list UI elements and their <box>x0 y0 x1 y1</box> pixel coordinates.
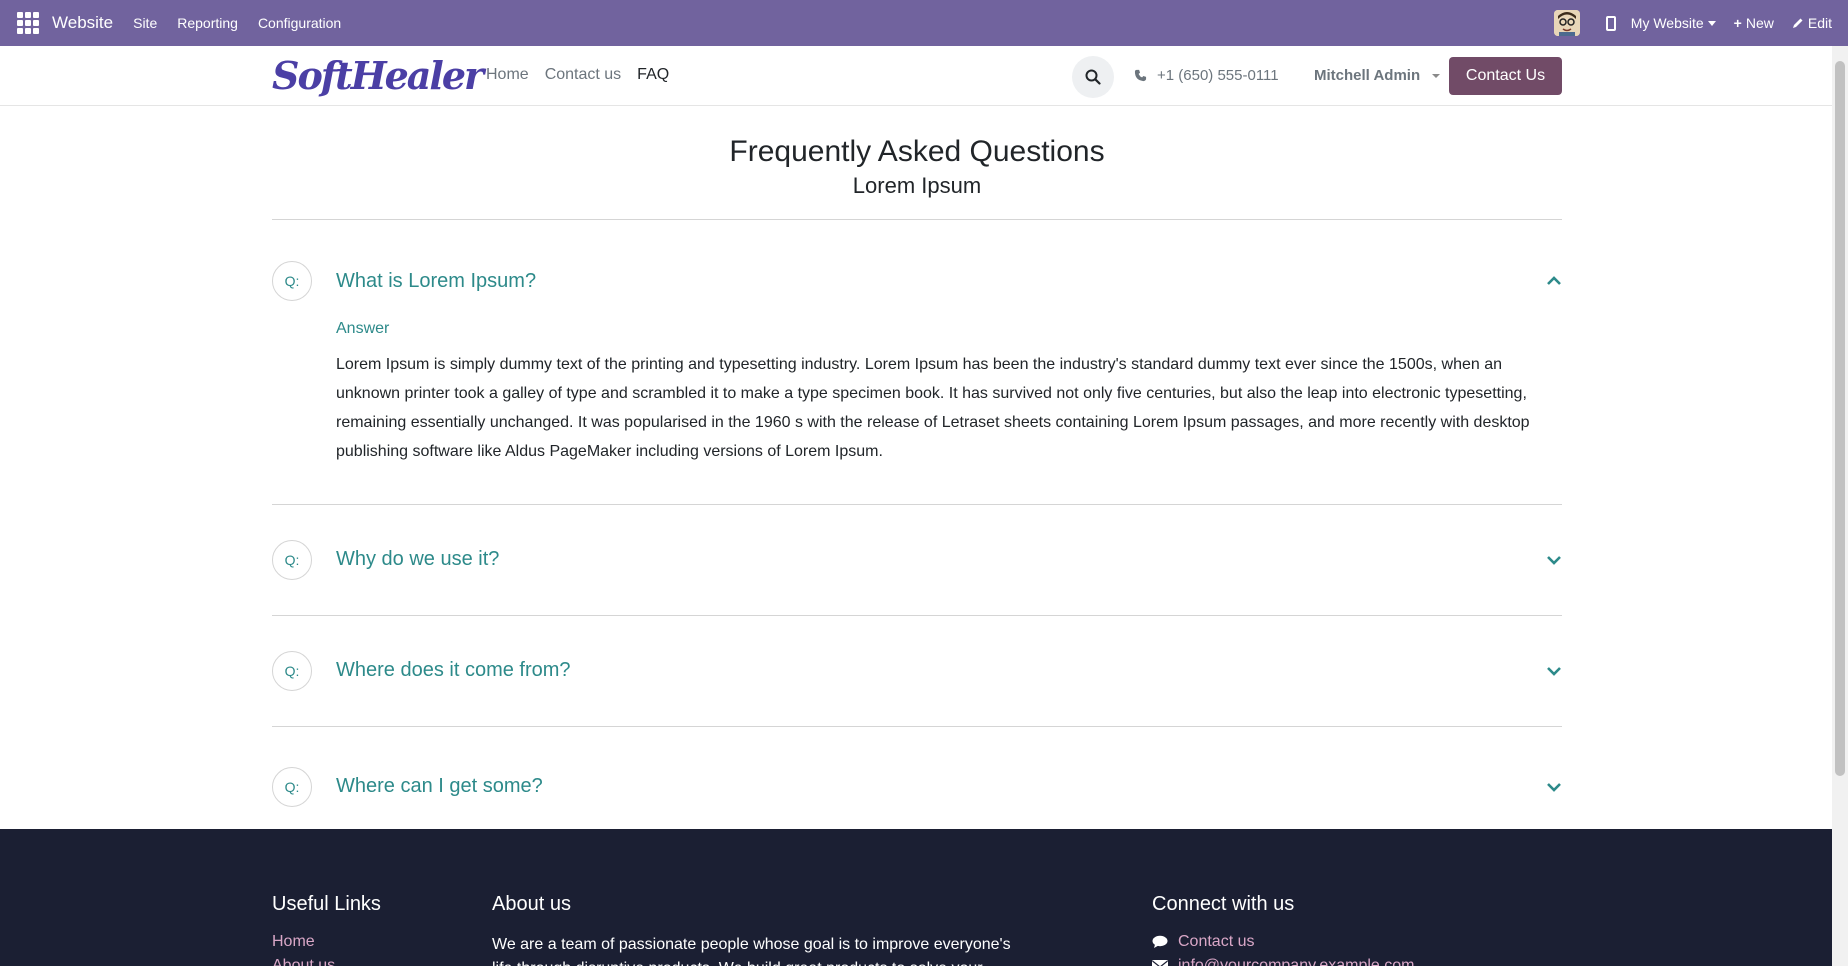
phone-link[interactable]: +1 (650) 555-0111 <box>1134 67 1279 84</box>
answer-text: Lorem Ipsum is simply dummy text of the … <box>336 356 1530 460</box>
faq-question[interactable]: Where does it come from? <box>336 659 571 682</box>
nav-faq[interactable]: FAQ <box>637 66 669 84</box>
edit-button[interactable]: Edit <box>1792 15 1832 31</box>
faq-question-toggle[interactable]: Q: Where does it come from? <box>272 616 1562 726</box>
faq-item: Q: Where can I get some? <box>272 727 1562 835</box>
faq-section: Frequently Asked Questions Lorem Ipsum Q… <box>272 106 1562 835</box>
question-badge: Q: <box>272 767 312 807</box>
chevron-up-icon[interactable] <box>1546 273 1562 289</box>
my-website-label: My Website <box>1630 15 1704 31</box>
page-subtitle: Lorem Ipsum <box>852 173 982 198</box>
footer-contact-label: Contact us <box>1178 933 1255 950</box>
footer-email-link[interactable]: info@yourcompany.example.com <box>1152 957 1415 966</box>
site-header: SoftHealer Home Contact us FAQ +1 (650) … <box>0 46 1832 106</box>
footer-heading: About us <box>492 893 571 915</box>
my-website-dropdown[interactable]: My Website <box>1631 15 1716 31</box>
footer-email-label: info@yourcompany.example.com <box>1178 957 1415 966</box>
nav-contact-us[interactable]: Contact us <box>545 66 621 84</box>
scrollbar-thumb[interactable] <box>1835 61 1845 776</box>
menu-reporting[interactable]: Reporting <box>177 15 238 31</box>
site-footer: Useful Links Home About us About us We a… <box>0 829 1832 966</box>
main-nav: Home Contact us FAQ <box>486 66 669 84</box>
faq-item: Q: Where does it come from? <box>272 616 1562 727</box>
comment-icon <box>1152 935 1168 948</box>
faq-question-toggle[interactable]: Q: Why do we use it? <box>272 505 1562 615</box>
footer-about-text: We are a team of passionate people whose… <box>492 936 1011 966</box>
search-icon <box>1085 69 1101 85</box>
phone-number: +1 (650) 555-0111 <box>1157 67 1279 84</box>
new-button[interactable]: + New <box>1734 15 1774 31</box>
page-scrollbar[interactable] <box>1832 46 1848 966</box>
user-avatar[interactable] <box>1553 10 1580 36</box>
site-logo[interactable]: SoftHealer <box>272 56 484 96</box>
menu-site[interactable]: Site <box>133 15 157 31</box>
search-button[interactable] <box>1072 56 1114 98</box>
footer-useful-links: Useful Links Home About us <box>272 893 381 966</box>
chevron-down-icon[interactable] <box>1546 552 1562 568</box>
user-name: Mitchell Admin <box>1314 67 1421 84</box>
footer-link-home[interactable]: Home <box>272 933 381 951</box>
user-menu[interactable]: Mitchell Admin <box>1314 67 1441 84</box>
envelope-icon <box>1152 960 1168 966</box>
footer-connect: Connect with us Contact us info@yourcomp… <box>1152 893 1415 966</box>
admin-brand[interactable]: Website <box>52 13 113 33</box>
faq-item: Q: Why do we use it? <box>272 505 1562 616</box>
question-badge: Q: <box>272 651 312 691</box>
question-badge: Q: <box>272 261 312 301</box>
new-label: New <box>1745 15 1774 31</box>
plus-icon: + <box>1733 15 1742 31</box>
nav-home[interactable]: Home <box>486 66 529 84</box>
faq-question[interactable]: Why do we use it? <box>336 548 499 571</box>
faq-item: Q: What is Lorem Ipsum? Answer Lorem Ips… <box>272 220 1562 505</box>
faq-question-toggle[interactable]: Q: Where can I get some? <box>272 727 1562 835</box>
menu-configuration[interactable]: Configuration <box>258 15 341 31</box>
apps-menu-icon[interactable] <box>17 12 39 34</box>
chevron-down-icon[interactable] <box>1546 779 1562 795</box>
phone-icon <box>1134 69 1147 82</box>
footer-link-about[interactable]: About us <box>272 957 381 966</box>
footer-contact-link[interactable]: Contact us <box>1152 933 1415 951</box>
footer-about: About us We are a team of passionate peo… <box>492 893 1022 966</box>
faq-question-toggle[interactable]: Q: What is Lorem Ipsum? <box>272 220 1562 340</box>
page-title: Frequently Asked Questions <box>729 135 1105 168</box>
contact-us-button[interactable]: Contact Us <box>1449 57 1562 95</box>
chevron-down-icon <box>1432 73 1441 78</box>
faq-question[interactable]: What is Lorem Ipsum? <box>336 270 536 293</box>
chevron-down-icon <box>1707 20 1716 26</box>
faq-question[interactable]: Where can I get some? <box>336 775 543 798</box>
footer-heading: Connect with us <box>1152 893 1295 915</box>
chevron-down-icon[interactable] <box>1546 663 1562 679</box>
question-badge: Q: <box>272 540 312 580</box>
pencil-icon <box>1792 18 1803 28</box>
footer-heading: Useful Links <box>272 893 381 915</box>
mobile-preview-icon[interactable] <box>1605 15 1616 31</box>
admin-top-bar: Website Site Reporting Configuration My … <box>0 0 1848 46</box>
edit-label: Edit <box>1807 15 1832 31</box>
